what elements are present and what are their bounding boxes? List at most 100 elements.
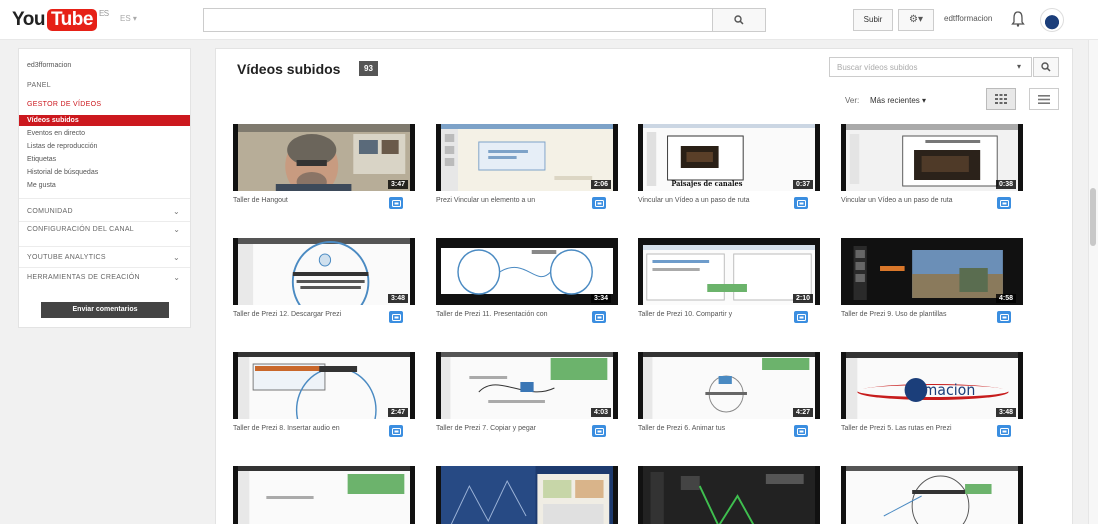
video-thumbnail[interactable]: macion 3:48 — [841, 352, 1023, 419]
video-duration: 0:38 — [995, 180, 1016, 189]
sidebar-channel-name[interactable]: ed3fformacion — [19, 61, 190, 71]
video-title[interactable]: Taller de Prezi 9. Uso de plantillas — [841, 310, 981, 319]
svg-text:Paisajes de canales: Paisajes de canales — [671, 180, 742, 188]
video-edit-button[interactable] — [592, 197, 606, 209]
video-thumbnail[interactable]: 0:38 — [841, 124, 1023, 191]
scrollbar-thumb[interactable] — [1090, 188, 1096, 246]
video-thumbnail[interactable]: 3:48 — [233, 238, 415, 305]
video-thumbnail[interactable]: 4:27 — [638, 352, 820, 419]
video-thumbnail[interactable]: 4:58 — [841, 238, 1023, 305]
video-thumbnail[interactable] — [841, 466, 1023, 524]
sidebar-item-community[interactable]: COMUNIDAD ⌄ — [19, 207, 190, 217]
video-thumbnail[interactable]: 3:34 — [436, 238, 618, 305]
sidebar-item-video-manager[interactable]: GESTOR DE VÍDEOS — [19, 100, 190, 110]
account-name[interactable]: edtfformacion — [944, 14, 992, 23]
link-icon — [391, 427, 401, 435]
sort-dropdown[interactable]: Más recientes ▾ — [870, 96, 926, 105]
video-title[interactable]: Taller de Prezi 7. Copiar y pegar — [436, 424, 576, 433]
video-title[interactable]: Prezi Vincular un elemento a un — [436, 196, 576, 205]
video-title[interactable]: Vincular un Vídeo a un paso de ruta — [638, 196, 778, 205]
thumbnail-image — [441, 238, 613, 305]
video-edit-button[interactable] — [997, 197, 1011, 209]
sidebar-item-creator-tools[interactable]: HERRAMIENTAS DE CREACIÓN — [19, 273, 147, 283]
thumbnail-image: macion — [846, 352, 1018, 419]
sidebar-item-label: HERRAMIENTAS DE CREACIÓN — [27, 274, 140, 281]
video-title[interactable]: Taller de Prezi 12. Descargar Prezi — [233, 310, 373, 319]
country-selector[interactable]: ES ▾ — [120, 14, 137, 23]
video-title[interactable]: Taller de Prezi 10. Compartir y — [638, 310, 778, 319]
youtube-logo[interactable]: You Tube ES — [12, 9, 109, 31]
video-title[interactable]: Taller de Prezi 5. Las rutas en Prezi — [841, 424, 981, 433]
thumbnail-image — [846, 466, 1018, 524]
chevron-down-icon[interactable]: ⌄ — [173, 225, 180, 234]
chevron-down-icon: ⌄ — [172, 253, 180, 262]
sidebar-item-search-history[interactable]: Historial de búsquedas — [19, 168, 190, 178]
divider — [19, 246, 190, 247]
video-count-badge: 93 — [359, 61, 378, 76]
video-thumbnail[interactable]: 2:47 — [233, 352, 415, 419]
video-edit-button[interactable] — [389, 197, 403, 209]
video-duration: 3:34 — [590, 294, 611, 303]
video-title[interactable]: Taller de Prezi 8. Insertar audio en — [233, 424, 373, 433]
video-edit-button[interactable] — [794, 425, 808, 437]
sidebar: ed3fformacion PANEL GESTOR DE VÍDEOS Víd… — [18, 48, 191, 328]
video-search-button[interactable] — [1033, 57, 1059, 77]
search-icon — [1041, 62, 1051, 72]
video-edit-button[interactable] — [997, 311, 1011, 323]
sidebar-item-live-events[interactable]: Eventos en directo — [19, 129, 190, 139]
logo-tube: Tube — [46, 9, 97, 31]
video-title[interactable]: Taller de Hangout — [233, 196, 373, 205]
video-edit-button[interactable] — [794, 311, 808, 323]
video-edit-button[interactable] — [592, 311, 606, 323]
thumbnail-image — [441, 124, 613, 191]
video-edit-button[interactable] — [389, 311, 403, 323]
sidebar-item-panel[interactable]: PANEL — [19, 81, 190, 91]
video-edit-button[interactable] — [997, 425, 1011, 437]
video-edit-button[interactable] — [389, 425, 403, 437]
bell-icon[interactable] — [1011, 11, 1025, 27]
avatar[interactable] — [1040, 8, 1064, 32]
sidebar-item-uploads[interactable]: Vídeos subidos — [19, 115, 190, 126]
sidebar-item-likes[interactable]: Me gusta — [19, 181, 190, 191]
video-thumbnail[interactable]: Paisajes de canales 0:37 — [638, 124, 820, 191]
video-duration: 4:27 — [792, 408, 813, 417]
link-icon — [391, 313, 401, 321]
chevron-down-icon[interactable]: ▾ — [1017, 62, 1021, 71]
video-edit-button[interactable] — [592, 425, 606, 437]
list-view-button[interactable] — [1029, 88, 1059, 110]
grid-view-button[interactable] — [986, 88, 1016, 110]
send-feedback-button[interactable]: Enviar comentarios — [41, 302, 169, 318]
video-title[interactable]: Taller de Prezi 6. Animar tus — [638, 424, 778, 433]
video-thumbnail[interactable] — [436, 466, 618, 524]
chevron-down-icon[interactable]: ⌄ — [173, 273, 180, 282]
video-duration: 2:47 — [387, 408, 408, 417]
video-title[interactable]: Taller de Prezi 11. Presentación con — [436, 310, 576, 319]
video-thumbnail[interactable]: 3:47 — [233, 124, 415, 191]
video-duration: 2:10 — [792, 294, 813, 303]
video-thumbnail[interactable] — [233, 466, 415, 524]
sidebar-item-channel-settings[interactable]: CONFIGURACIÓN DEL CANAL — [19, 225, 147, 235]
svg-text:macion: macion — [923, 382, 975, 399]
thumbnail-image — [643, 238, 815, 305]
thumbnail-image — [846, 238, 1018, 305]
sidebar-item-analytics[interactable]: YOUTUBE ANALYTICS ⌄ — [19, 253, 190, 263]
search-button[interactable] — [712, 8, 766, 32]
sidebar-item-label: CONFIGURACIÓN DEL CANAL — [27, 226, 134, 233]
sidebar-item-playlists[interactable]: Listas de reproducción — [19, 142, 190, 152]
video-thumbnail[interactable]: 4:03 — [436, 352, 618, 419]
video-thumbnail[interactable]: 2:06 — [436, 124, 618, 191]
video-title[interactable]: Vincular un Vídeo a un paso de ruta — [841, 196, 981, 205]
video-duration: 3:48 — [995, 408, 1016, 417]
settings-button[interactable]: ⚙▾ — [898, 9, 934, 31]
logo-you: You — [12, 9, 45, 30]
link-icon — [999, 199, 1009, 207]
video-duration: 4:03 — [590, 408, 611, 417]
video-edit-button[interactable] — [794, 197, 808, 209]
upload-button[interactable]: Subir — [853, 9, 893, 31]
scrollbar[interactable] — [1088, 40, 1098, 524]
link-icon — [594, 313, 604, 321]
sidebar-item-tags[interactable]: Etiquetas — [19, 155, 190, 165]
video-thumbnail[interactable] — [638, 466, 820, 524]
search-input[interactable] — [203, 8, 713, 32]
video-thumbnail[interactable]: 2:10 — [638, 238, 820, 305]
